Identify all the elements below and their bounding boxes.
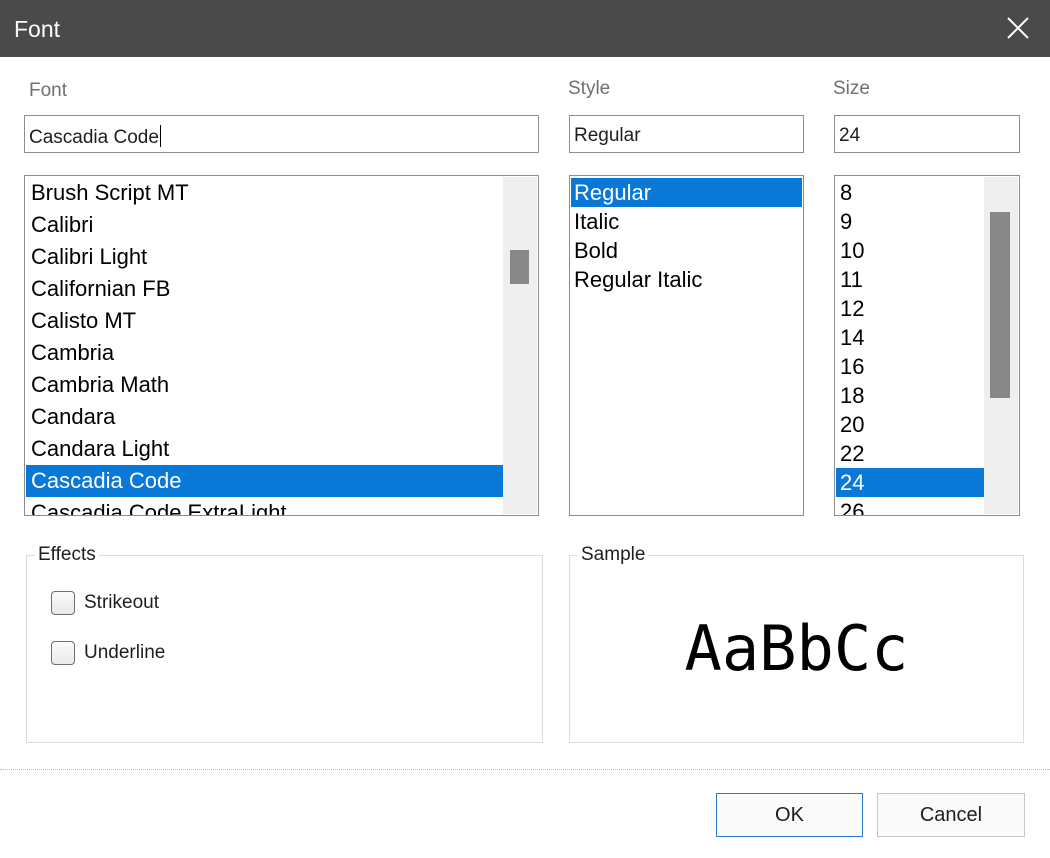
- size-input[interactable]: 24: [834, 115, 1020, 153]
- font-name-input[interactable]: Cascadia Code: [24, 115, 539, 153]
- text-caret: [159, 125, 161, 147]
- list-item[interactable]: Candara: [26, 401, 503, 433]
- style-input[interactable]: Regular: [569, 115, 804, 153]
- ok-button[interactable]: OK: [716, 793, 863, 837]
- list-item[interactable]: 18: [836, 381, 984, 410]
- list-item[interactable]: 8: [836, 178, 984, 207]
- cancel-button[interactable]: Cancel: [877, 793, 1025, 837]
- list-item[interactable]: 10: [836, 236, 984, 265]
- effects-group: Effects Strikeout Underline: [26, 544, 543, 743]
- size-list-scrollbar[interactable]: [984, 177, 1018, 514]
- strikeout-checkbox-box[interactable]: [51, 591, 75, 615]
- underline-checkbox-box[interactable]: [51, 641, 75, 665]
- list-item-selected[interactable]: 24: [836, 468, 984, 497]
- size-list-scroll-thumb[interactable]: [990, 212, 1010, 398]
- list-item[interactable]: 9: [836, 207, 984, 236]
- underline-label: Underline: [84, 642, 166, 663]
- font-list-scroll-thumb[interactable]: [510, 250, 529, 284]
- strikeout-checkbox[interactable]: Strikeout: [51, 591, 159, 615]
- close-icon[interactable]: [1006, 16, 1030, 40]
- font-list-scrollbar[interactable]: [503, 177, 537, 514]
- list-item[interactable]: 22: [836, 439, 984, 468]
- list-item[interactable]: Regular Italic: [571, 265, 802, 294]
- list-item[interactable]: Calisto MT: [26, 305, 503, 337]
- list-item[interactable]: Italic: [571, 207, 802, 236]
- list-item[interactable]: Cambria: [26, 337, 503, 369]
- list-item[interactable]: Cambria Math: [26, 369, 503, 401]
- font-name-input-value: Cascadia Code: [29, 127, 159, 148]
- list-item[interactable]: 26: [836, 497, 984, 515]
- style-label: Style: [568, 78, 611, 99]
- dialog-title: Font: [14, 16, 61, 42]
- sample-group: Sample AaBbCc: [569, 544, 1024, 743]
- footer-separator: [0, 769, 1050, 770]
- list-item[interactable]: Calibri: [26, 209, 503, 241]
- list-item[interactable]: 16: [836, 352, 984, 381]
- style-input-value: Regular: [574, 125, 641, 146]
- list-item[interactable]: 20: [836, 410, 984, 439]
- list-item[interactable]: Cascadia Code ExtraLight: [26, 497, 503, 515]
- list-item-selected[interactable]: Cascadia Code: [26, 465, 503, 497]
- title-bar: Font: [0, 0, 1050, 57]
- list-item[interactable]: Brush Script MT: [26, 177, 503, 209]
- strikeout-label: Strikeout: [84, 592, 159, 613]
- size-input-value: 24: [839, 125, 861, 146]
- list-item-selected[interactable]: Regular: [571, 178, 802, 207]
- font-label: Font: [29, 80, 68, 101]
- font-list[interactable]: Brush Script MT Calibri Calibri Light Ca…: [24, 175, 539, 516]
- list-item[interactable]: Candara Light: [26, 433, 503, 465]
- list-item[interactable]: Californian FB: [26, 273, 503, 305]
- effects-legend: Effects: [35, 544, 99, 566]
- list-item[interactable]: 11: [836, 265, 984, 294]
- list-item[interactable]: 12: [836, 294, 984, 323]
- underline-checkbox[interactable]: Underline: [51, 641, 165, 665]
- sample-legend: Sample: [578, 544, 649, 566]
- size-list[interactable]: 8 9 10 11 12 14 16 18 20 22 24 26: [834, 175, 1020, 516]
- list-item[interactable]: Calibri Light: [26, 241, 503, 273]
- list-item[interactable]: Bold: [571, 236, 802, 265]
- list-item[interactable]: 14: [836, 323, 984, 352]
- sample-preview-text: AaBbCc: [684, 612, 909, 685]
- style-list[interactable]: Regular Italic Bold Regular Italic: [569, 175, 804, 516]
- size-label: Size: [833, 78, 870, 99]
